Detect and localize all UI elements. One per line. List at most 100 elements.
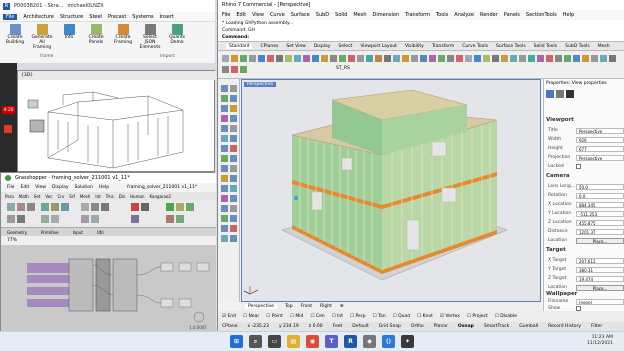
file-explorer-icon[interactable]: ▤	[287, 335, 300, 348]
tab-transform[interactable]: Transform	[432, 44, 454, 49]
rhino-menu-file[interactable]: File	[222, 12, 230, 18]
osnap-cen[interactable]: ☐ Cen	[310, 314, 324, 319]
gh-cat-input[interactable]: Input	[73, 230, 83, 235]
prop-height-field[interactable]: 677	[576, 145, 624, 152]
toggle-record-history[interactable]: Record History	[548, 324, 581, 329]
gh-menu-view[interactable]: View	[35, 185, 46, 190]
rhino-menu-transform[interactable]: Transform	[405, 12, 430, 18]
viewport-tab-perspective[interactable]: Perspective	[245, 304, 278, 309]
revit-menu-precast[interactable]: Precast	[108, 14, 126, 20]
osnap-point[interactable]: ☐ Point	[266, 314, 283, 319]
gh-tab-maths[interactable]: Math	[19, 194, 29, 199]
gh-tab-intersect[interactable]: Int	[95, 194, 100, 199]
osnap-disable[interactable]: ☐ Disable	[495, 314, 517, 319]
gh-tab-vector[interactable]: Vec	[45, 194, 52, 199]
filename-field[interactable]: (none)	[576, 298, 624, 305]
tab-standard[interactable]: Standard	[226, 43, 253, 49]
gh-menu-edit[interactable]: Edit	[21, 185, 30, 190]
rhino-menu-edit[interactable]: Edit	[236, 12, 246, 18]
gh-menu-solution[interactable]: Solution	[75, 185, 93, 190]
rhino-icon[interactable]: ◆	[363, 335, 376, 348]
y-location-field[interactable]: -511.253	[576, 210, 624, 217]
revit-menu-systems[interactable]: Systems	[132, 14, 153, 20]
osnap-int[interactable]: ☐ Int	[332, 314, 343, 319]
gh-menu-display[interactable]: Display	[52, 185, 69, 190]
gh-menu-help[interactable]: Help	[99, 185, 109, 190]
create-building-button[interactable]: Create Building	[3, 24, 27, 52]
rhino-menu-curve[interactable]: Curve	[270, 12, 285, 18]
revit-3d-view[interactable]: {3D}	[17, 70, 216, 172]
z-target-field[interactable]: 19.474	[576, 275, 624, 282]
object-props-icon[interactable]	[546, 90, 554, 98]
generate-framing-button[interactable]: Generate All Framing	[30, 24, 54, 52]
distance-field[interactable]: 1201.37	[576, 228, 624, 235]
rhino-standard-toolbar[interactable]: ST_RS	[218, 51, 624, 79]
tab-select[interactable]: Select	[338, 44, 352, 49]
tab-set-view[interactable]: Set View	[286, 44, 306, 49]
viewport-tab-top[interactable]: Top	[285, 304, 293, 309]
tab-viewport-layout[interactable]: Viewport Layout	[360, 44, 397, 49]
perspective-viewport[interactable]: Perspective	[241, 79, 541, 302]
osnap-quad[interactable]: ☐ Quad	[393, 314, 410, 319]
chrome-icon[interactable]: ◉	[306, 335, 319, 348]
revit-menu-architecture[interactable]: Architecture	[23, 14, 54, 20]
toggle-grid-snap[interactable]: Grid Snap	[379, 324, 401, 329]
stop-button[interactable]	[4, 125, 12, 133]
search-icon[interactable]: ⌕	[249, 335, 262, 348]
tab-display[interactable]: Display	[314, 44, 331, 49]
osnap-vertex[interactable]: ☑ Vertex	[440, 314, 460, 319]
toggle-osnap[interactable]: Osnap	[458, 324, 474, 329]
taskbar-clock[interactable]: 11:23 AM 11/12/2021	[587, 335, 613, 348]
prop-title-field[interactable]: Perspective	[576, 127, 624, 134]
revit-menu-steel[interactable]: Steel	[89, 14, 102, 20]
info-button[interactable]: Info	[57, 24, 81, 52]
y-target-field[interactable]: 380.31	[576, 266, 624, 273]
create-panels-button[interactable]: Create Panels	[84, 24, 108, 52]
rhino-menu-dimension[interactable]: Dimension	[373, 12, 400, 18]
quants-demo-button[interactable]: Quants Demo	[165, 24, 189, 52]
rhino-menu-tools[interactable]: Tools	[436, 12, 448, 18]
tab-visibility[interactable]: Visibility	[405, 44, 424, 49]
grasshopper-app-icon[interactable]: ✦	[401, 335, 414, 348]
target-place-button[interactable]: Place...	[576, 284, 624, 291]
gh-canvas[interactable]: 1.0.0007	[1, 245, 216, 331]
rhino-menu-render[interactable]: Render	[480, 12, 498, 18]
revit-logo-icon[interactable]: R	[3, 2, 10, 10]
show-checkbox[interactable]	[576, 306, 581, 311]
toggle-planar[interactable]: Planar	[434, 324, 448, 329]
view-props-icon[interactable]	[556, 90, 564, 98]
tab-solid-tools[interactable]: Solid Tools	[534, 44, 557, 49]
osnap-mid[interactable]: ☐ Mid	[290, 314, 303, 319]
gh-tab-curve[interactable]: Crv	[57, 194, 64, 199]
tab-cplanes[interactable]: CPlanes	[260, 44, 278, 49]
user-name[interactable]: michael0LNZX	[67, 3, 103, 9]
command-prompt[interactable]: Command:	[222, 35, 621, 42]
osnap-knot[interactable]: ☐ Knot	[417, 314, 433, 319]
gh-tab-surface[interactable]: Srf	[69, 194, 75, 199]
teams-icon[interactable]: T	[325, 335, 338, 348]
toggle-smarttrack[interactable]: SmartTrack	[484, 324, 509, 329]
status-units[interactable]: Feet	[333, 324, 343, 329]
revit-icon[interactable]: R	[344, 335, 357, 348]
rhino-side-toolbar[interactable]	[218, 79, 240, 302]
tab-surface-tools[interactable]: Surface Tools	[496, 44, 526, 49]
rhino-menu-solid[interactable]: Solid	[335, 12, 347, 18]
rhino-menu-surface[interactable]: Surface	[291, 12, 310, 18]
revit-menu-structure[interactable]: Structure	[60, 14, 83, 20]
gh-zoom-level[interactable]: 77%	[7, 238, 17, 243]
rhino-menu-analyze[interactable]: Analyze	[454, 12, 474, 18]
gh-cat-util[interactable]: Util	[97, 230, 104, 235]
tab-subd-tools[interactable]: SubD Tools	[565, 44, 590, 49]
revit-menu-insert[interactable]: Insert	[160, 14, 174, 20]
status-cplane[interactable]: CPlane	[222, 324, 237, 329]
gh-cat-geometry[interactable]: Geometry	[7, 230, 27, 235]
rhino-menu-sectiontools[interactable]: SectionTools	[526, 12, 557, 18]
gh-menu-file[interactable]: File	[7, 185, 15, 190]
prop-width-field[interactable]: 926	[576, 136, 624, 143]
lens-length-field[interactable]: 50.0	[576, 183, 624, 190]
lights-icon[interactable]	[566, 90, 574, 98]
status-layer[interactable]: Default	[352, 324, 368, 329]
gh-tab-human[interactable]: Human	[130, 194, 144, 199]
camera-place-button[interactable]: Place...	[576, 237, 624, 244]
osnap-tan[interactable]: ☐ Tan	[373, 314, 386, 319]
